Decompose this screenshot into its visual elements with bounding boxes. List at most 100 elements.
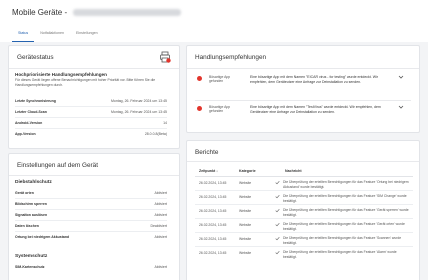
cell-category: Website	[239, 223, 252, 227]
tab-notfallaktionen[interactable]: Notfallaktionen	[34, 28, 70, 42]
tab-status[interactable]: Status	[12, 28, 35, 42]
status-row-sync: Letzte Synchronisierung Montag, 26. Febr…	[15, 96, 167, 105]
cell-message: Die Überprüfung der erteilten Berechtigu…	[275, 208, 411, 217]
cell-time: 26.02.2024, 13:45	[199, 195, 227, 199]
cell-message: Die Überprüfung der erteilten Berechtigu…	[275, 250, 411, 259]
setting-row-signalton: Signalton auslösen Aktiviert	[15, 210, 167, 219]
cell-category: Website	[239, 237, 252, 241]
sort-arrow-icon: ↓	[216, 169, 218, 173]
recommendation-status: Bösartige App gefunden	[209, 75, 231, 84]
column-header-kategorie[interactable]: Kategorie	[239, 169, 256, 173]
cell-category: Website	[239, 181, 252, 185]
status-row-app-version: App-Version 28.0.0.8(Beta)	[15, 129, 167, 138]
hint-title: Hochpriorisierte Handlungsempfehlungen	[15, 72, 107, 77]
cell-message: Die Überprüfung der erteilten Berechtigu…	[275, 194, 411, 203]
check-icon	[275, 250, 280, 255]
setting-value: Aktiviert	[154, 212, 167, 217]
setting-row-daten-loeschen: Daten löschen Deaktiviert	[15, 221, 167, 230]
recommendation-item[interactable]: Bösartige App gefunden Eine bösartige Ap…	[195, 104, 411, 134]
cell-category: Website	[239, 209, 252, 213]
recommendation-text: Eine bösartige App mit dem Namen "TestVi…	[250, 105, 381, 114]
status-value: Montag, 26. Februar 2024 um 13:45	[110, 109, 167, 114]
setting-value: Aktiviert	[154, 190, 167, 195]
status-label: App-Version	[15, 131, 36, 136]
check-icon	[275, 180, 280, 185]
setting-value: Aktiviert	[154, 264, 167, 269]
table-row: 26.02.2024, 13:45 Website Die Überprüfun…	[195, 247, 413, 261]
chevron-down-icon[interactable]	[398, 104, 404, 110]
section-title-systemschutz: Systemschutz	[15, 254, 48, 259]
page-header: Mobile Geräte - Status Notfallaktionen E…	[0, 0, 428, 42]
status-row-cloud-scan: Letzter Cloud-Scan Montag, 26. Februar 2…	[15, 107, 167, 116]
cell-message: Die Überprüfung der erteilten Berechtigu…	[275, 236, 411, 245]
table-row: 26.02.2024, 13:45 Website Die Überprüfun…	[195, 233, 413, 247]
check-icon	[275, 208, 280, 213]
table-row: 26.02.2024, 13:45 Website Die Überprüfun…	[195, 191, 413, 205]
card-divider	[187, 68, 419, 69]
cell-category: Website	[239, 251, 252, 255]
setting-label: SIM-Kartenschutz	[15, 264, 45, 269]
cell-time: 26.02.2024, 13:45	[199, 181, 227, 185]
table-row: 26.02.2024, 13:45 Website Die Überprüfun…	[195, 205, 413, 219]
setting-value: Aktiviert	[154, 234, 167, 239]
setting-value: Deaktiviert	[150, 223, 167, 228]
status-label: Letzte Synchronisierung	[15, 98, 56, 103]
berichte-card: Berichte Zeitpunkt ↓ Kategorie Nachricht…	[186, 140, 420, 280]
setting-label: Daten löschen	[15, 223, 39, 228]
card-divider	[187, 161, 419, 162]
einstellungen-title: Einstellungen auf dem Gerät	[17, 162, 98, 169]
setting-value: Aktiviert	[154, 201, 167, 206]
cell-time: 26.02.2024, 13:45	[199, 251, 227, 255]
setting-label: Signalton auslösen	[15, 212, 48, 217]
setting-row-sim-kartenschutz: SIM-Kartenschutz Aktiviert	[15, 262, 167, 271]
table-row: 26.02.2024, 13:45 Website Die Überprüfun…	[195, 177, 413, 191]
hint-text: Für dieses Gerät liegen offene Benachric…	[15, 78, 156, 87]
setting-label: Ortung bei niedrigem Akkustand	[15, 234, 70, 239]
cell-time: 26.02.2024, 13:45	[199, 223, 227, 227]
status-label: Android-Version	[15, 120, 43, 125]
handlungsempfehlungen-title: Handlungsempfehlungen	[195, 54, 267, 61]
column-header-zeitpunkt[interactable]: Zeitpunkt ↓	[199, 169, 218, 173]
setting-row-geraet-orten: Gerät orten Aktiviert	[15, 188, 167, 197]
cell-message: Die Überprüfung der erteilten Berechtigu…	[275, 222, 411, 231]
status-value: 14	[163, 120, 167, 125]
status-value: 28.0.0.8(Beta)	[144, 131, 167, 136]
tab-einstellungen[interactable]: Einstellungen	[70, 28, 104, 42]
check-icon	[275, 236, 280, 241]
printer-alert-icon	[160, 51, 171, 63]
chevron-down-icon[interactable]	[398, 74, 404, 80]
cell-category: Website	[239, 195, 252, 199]
red-dot-icon	[197, 106, 202, 111]
setting-row-ortung-akku: Ortung bei niedrigem Akkustand Aktiviert	[15, 232, 167, 241]
column-header-nachricht[interactable]: Nachricht	[285, 169, 302, 173]
setting-row-bildschirm-sperren: Bildschirm sperren Aktiviert	[15, 199, 167, 208]
handlungsempfehlungen-card: Handlungsempfehlungen Bösartige App gefu…	[186, 45, 420, 133]
cell-message: Die Überprüfung der erteilten Berechtigu…	[275, 180, 411, 189]
section-title-diebstahlschutz: Diebstahlschutz	[15, 180, 52, 185]
page-title-row: Mobile Geräte -	[12, 5, 182, 19]
recommendation-status: Bösartige App gefunden	[209, 105, 231, 114]
einstellungen-card: Einstellungen auf dem Gerät Diebstahlsch…	[8, 153, 180, 280]
geraetestatus-card: Gerätestatus Hochpriorisierte Handlungse…	[8, 45, 180, 149]
cell-time: 26.02.2024, 13:45	[199, 237, 227, 241]
berichte-title: Berichte	[195, 149, 219, 156]
table-header: Zeitpunkt ↓ Kategorie Nachricht	[195, 165, 413, 177]
geraetestatus-title: Gerätestatus	[17, 54, 54, 61]
card-divider	[9, 68, 179, 69]
setting-label: Gerät orten	[15, 190, 34, 195]
recommendation-text: Eine bösartige App mit dem Namen "EICAR …	[250, 75, 378, 84]
check-icon	[275, 222, 280, 227]
cell-time: 26.02.2024, 13:45	[199, 209, 227, 213]
tab-bar: Status Notfallaktionen Einstellungen	[12, 28, 104, 42]
status-value: Montag, 26. Februar 2024 um 13:45	[110, 98, 167, 103]
status-label: Letzter Cloud-Scan	[15, 109, 47, 114]
check-icon	[275, 194, 280, 199]
blurred-device-name	[73, 8, 182, 16]
page-title: Mobile Geräte -	[12, 7, 68, 17]
setting-label: Bildschirm sperren	[15, 201, 47, 206]
item-divider	[195, 100, 411, 101]
status-row-android: Android-Version 14	[15, 118, 167, 127]
card-divider	[9, 175, 179, 176]
red-dot-icon	[197, 76, 202, 81]
table-row: 26.02.2024, 13:45 Website Die Überprüfun…	[195, 219, 413, 233]
